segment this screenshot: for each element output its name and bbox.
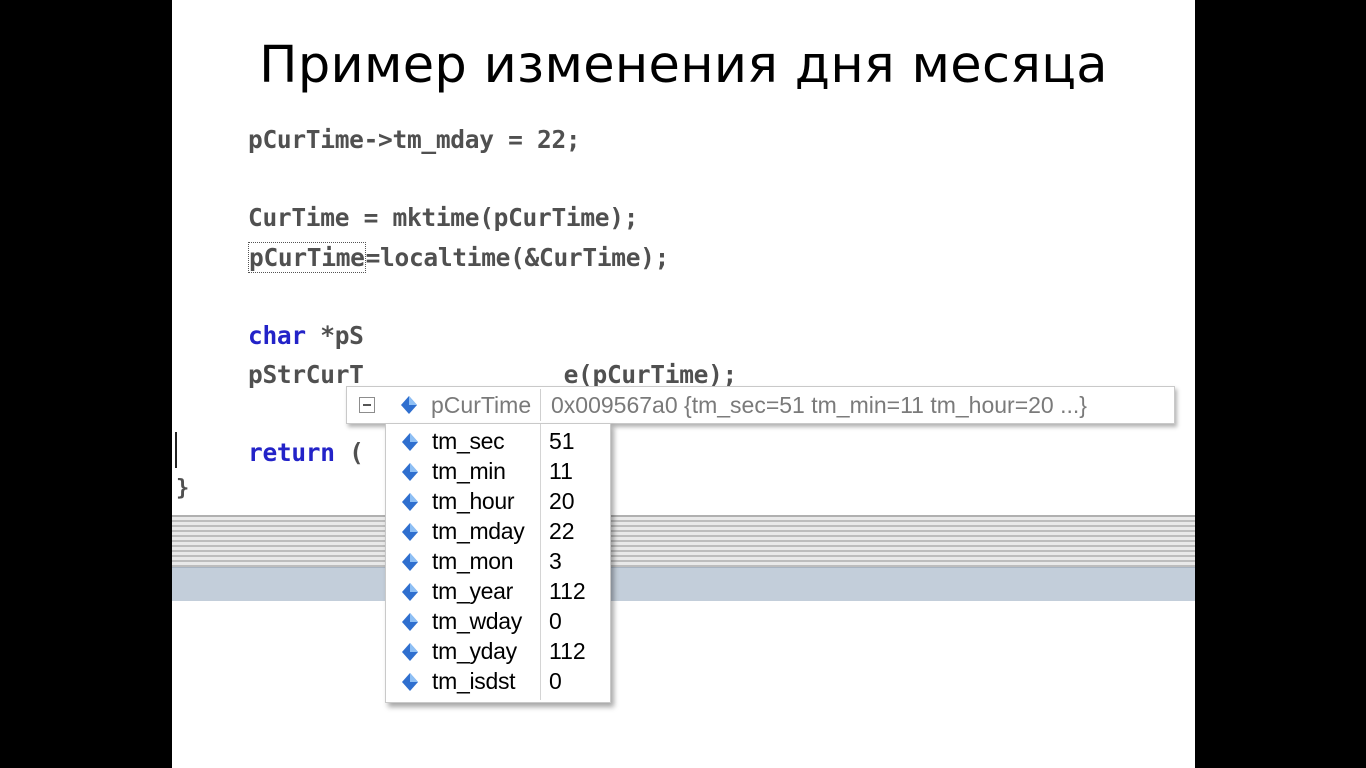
member-row[interactable]: tm_sec 51	[386, 427, 610, 457]
member-row[interactable]: tm_isdst 0	[386, 667, 610, 697]
slide-title: Пример изменения дня месяца	[259, 36, 1108, 95]
field-diamond-icon	[400, 581, 420, 608]
member-name: tm_mday	[432, 518, 525, 544]
member-name: tm_isdst	[432, 668, 516, 694]
member-value: 112	[549, 578, 586, 604]
slide: Пример изменения дня месяца pCurTime->tm…	[172, 0, 1195, 768]
field-diamond-icon	[400, 641, 420, 668]
text-caret	[175, 432, 177, 468]
code-line: char *pS	[248, 322, 364, 350]
code-line: return (	[248, 439, 364, 467]
member-name: tm_hour	[432, 488, 515, 514]
member-name: tm_min	[432, 458, 506, 484]
code-text: pStrCurT	[248, 360, 364, 389]
datatip-value: 0x009567a0 {tm_sec=51 tm_min=11 tm_hour=…	[551, 392, 1087, 418]
code-text: (	[334, 438, 364, 467]
editor-scrollbar[interactable]	[172, 515, 1195, 569]
member-value: 11	[549, 458, 573, 484]
member-value: 112	[549, 638, 586, 664]
member-name: tm_wday	[432, 608, 522, 634]
collapse-icon[interactable]	[359, 397, 375, 413]
field-diamond-icon	[400, 551, 420, 578]
member-value: 20	[549, 488, 575, 514]
code-text: *pS	[305, 321, 364, 350]
code-editor-screenshot: pCurTime->tm_mday = 22; CurTime = mktime…	[172, 112, 1195, 703]
member-row[interactable]: tm_mday 22	[386, 517, 610, 547]
status-bar	[172, 567, 1195, 601]
datatip-variable-name: pCurTime	[431, 392, 532, 418]
code-line: pStrCurT e(pCurTime);	[248, 361, 737, 389]
field-diamond-icon	[399, 394, 419, 421]
keyword: char	[248, 321, 306, 350]
member-row[interactable]: tm_mon 3	[386, 547, 610, 577]
code-line: pCurTime->tm_mday = 22;	[248, 125, 581, 154]
member-row[interactable]: tm_yday 112	[386, 637, 610, 667]
member-value: 0	[549, 608, 562, 634]
member-name: tm_yday	[432, 638, 517, 664]
member-value: 22	[549, 518, 575, 544]
member-row[interactable]: tm_min 11	[386, 457, 610, 487]
datatip-members-panel: tm_sec 51 tm_min 11 tm_hour 20 tm_mday 22 tm_mon…	[385, 423, 611, 703]
code-text: =localtime(&CurTime);	[365, 243, 670, 272]
field-diamond-icon	[400, 671, 420, 698]
keyword: return	[248, 438, 335, 467]
member-value: 51	[549, 428, 575, 454]
member-name: tm_year	[432, 578, 513, 604]
code-line: CurTime = mktime(pCurTime);	[248, 203, 639, 232]
member-value: 0	[549, 668, 562, 694]
datatip[interactable]: pCurTime 0x009567a0 {tm_sec=51 tm_min=11…	[346, 386, 1175, 424]
field-diamond-icon	[400, 491, 420, 518]
code-line: pCurTime=localtime(&CurTime);	[248, 242, 670, 273]
member-row[interactable]: tm_hour 20	[386, 487, 610, 517]
field-diamond-icon	[400, 521, 420, 548]
field-diamond-icon	[400, 431, 420, 458]
closing-brace: }	[176, 476, 190, 501]
field-diamond-icon	[400, 611, 420, 638]
column-divider	[540, 389, 541, 421]
member-name: tm_sec	[432, 428, 505, 454]
hovered-variable[interactable]: pCurTime	[248, 242, 366, 273]
member-name: tm_mon	[432, 548, 514, 574]
member-value: 3	[549, 548, 562, 574]
member-row[interactable]: tm_year 112	[386, 577, 610, 607]
field-diamond-icon	[400, 461, 420, 488]
code-text: e(pCurTime);	[563, 360, 738, 389]
member-row[interactable]: tm_wday 0	[386, 607, 610, 637]
